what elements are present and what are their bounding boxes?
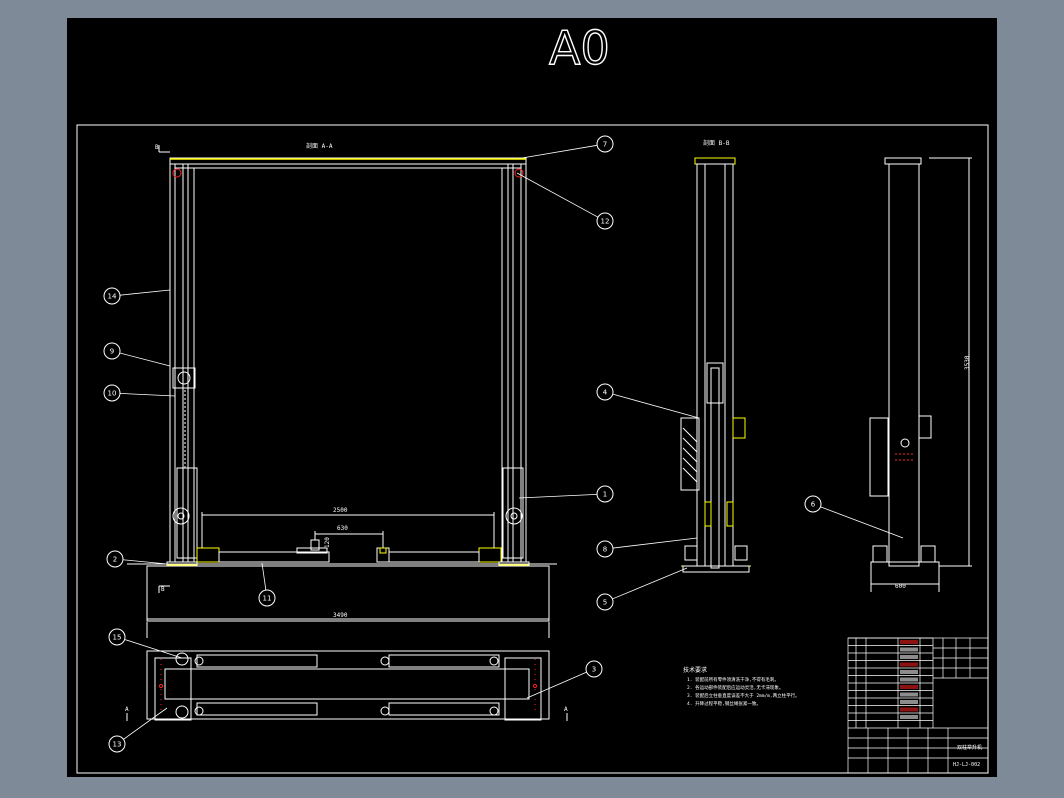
title-block-cell-fill xyxy=(900,700,918,704)
notes-line: 4. 升降过程平稳,钢丝绳张紧一致。 xyxy=(687,700,761,707)
title-block-cell-fill xyxy=(900,640,918,644)
cad-drawing: A0 剖面 A-A B B 2500 630 3490 120 剖面 B-B 3… xyxy=(76,20,989,774)
callout-number: 12 xyxy=(601,218,610,226)
drawing-number: HJ-LJ-002 xyxy=(953,762,980,768)
notes-line: 1. 装配前所有零件须清洗干净,不得有毛刺。 xyxy=(687,676,779,683)
callout-number: 10 xyxy=(108,390,117,398)
callout-balloon: 8 xyxy=(596,537,698,558)
dim-base-side: 600 xyxy=(895,583,906,590)
callout-balloon: 6 xyxy=(804,495,904,539)
callout-leader-line xyxy=(124,639,183,659)
callout-leader-line xyxy=(612,537,698,549)
callout-number: 3 xyxy=(592,666,596,674)
title-block-cell-fill xyxy=(900,655,918,659)
plan-mark-a-left: A xyxy=(125,706,129,713)
callout-leader-line xyxy=(261,562,267,591)
callout-number: 5 xyxy=(603,599,607,607)
callout-balloon: 9 xyxy=(103,342,171,367)
callout-number: 13 xyxy=(113,741,122,749)
callout-balloon: 15 xyxy=(108,628,183,659)
drawing-sheet: A0 剖面 A-A B B 2500 630 3490 120 剖面 B-B 3… xyxy=(67,18,997,777)
drawing-title: 双柱举升机 xyxy=(957,744,982,751)
callout-number: 4 xyxy=(603,389,608,397)
callout-leader-line xyxy=(518,493,598,499)
dim-gap: 630 xyxy=(337,525,348,532)
callout-number: 9 xyxy=(110,348,114,356)
sheet-size-label: A0 xyxy=(549,21,610,75)
title-block-cell-fill xyxy=(900,677,918,682)
callout-balloon: 7 xyxy=(521,135,614,159)
callout-number: 2 xyxy=(113,556,117,564)
callout-number: 6 xyxy=(811,501,816,509)
title-block-cell-fill xyxy=(900,662,918,667)
front-view xyxy=(127,145,557,638)
section-mark-b-top: B xyxy=(155,144,159,151)
callout-balloon: 1 xyxy=(518,485,614,503)
callout-balloon: 13 xyxy=(108,707,168,753)
title-block-cell-fill xyxy=(900,685,918,689)
dim-overall-width: 3490 xyxy=(333,612,348,619)
notes-line: 2. 各运动部件装配后应运动灵活,无卡滞现象。 xyxy=(687,684,783,691)
callout-leader-line xyxy=(612,567,688,600)
callout-leader-line xyxy=(122,559,168,565)
callout-number: 15 xyxy=(113,634,122,642)
side-view-right xyxy=(869,157,972,592)
callout-group: 123456789101112131415 xyxy=(103,135,904,753)
callout-leader-line xyxy=(820,506,904,539)
callout-leader-line xyxy=(119,289,171,296)
plan-mark-a-right: A xyxy=(564,706,568,713)
callout-leader-line xyxy=(119,352,171,367)
callout-balloon: 10 xyxy=(103,384,176,402)
title-block xyxy=(847,637,989,774)
title-block-cell-fill xyxy=(900,647,918,652)
section-mark-b-bottom: B xyxy=(161,586,165,593)
title-block-cell-fill xyxy=(900,670,918,674)
callout-balloon: 4 xyxy=(596,383,700,419)
callout-balloon: 3 xyxy=(526,660,603,699)
callout-leader-line xyxy=(516,172,599,218)
section-aa-title: 剖面 A-A xyxy=(306,142,333,150)
title-block-cell-fill xyxy=(900,707,918,712)
callout-number: 7 xyxy=(603,141,607,149)
dim-span-top: 2500 xyxy=(333,507,348,514)
callout-balloon: 5 xyxy=(596,567,688,611)
callout-leader-line xyxy=(521,144,598,159)
callout-balloon: 12 xyxy=(516,172,614,230)
notes-line: 3. 装配后立柱垂直度误差不大于 2mm/m,两立柱平行。 xyxy=(687,692,800,699)
callout-leader-line xyxy=(123,707,168,740)
callout-balloon: 14 xyxy=(103,287,171,305)
callout-number: 14 xyxy=(108,293,117,301)
callout-leader-line xyxy=(119,392,176,397)
side-view-bb xyxy=(680,157,751,573)
dim-height-side: 3530 xyxy=(964,355,971,370)
dim-small: 120 xyxy=(324,537,331,548)
notes-title: 技术要求 xyxy=(683,666,707,674)
callout-balloon: 11 xyxy=(258,562,276,607)
callout-number: 1 xyxy=(603,491,607,499)
plan-view xyxy=(126,650,568,721)
title-block-cell-fill xyxy=(900,715,918,719)
section-bb-title: 剖面 B-B xyxy=(703,139,730,147)
technical-notes: 技术要求 1. 装配前所有零件须清洗干净,不得有毛刺。 2. 各运动部件装配后应… xyxy=(683,666,800,707)
callout-number: 8 xyxy=(603,546,607,554)
callout-leader-line xyxy=(612,393,700,419)
title-block-cell-fill xyxy=(900,692,918,697)
callout-balloon: 2 xyxy=(106,550,168,568)
callout-number: 11 xyxy=(263,595,272,603)
